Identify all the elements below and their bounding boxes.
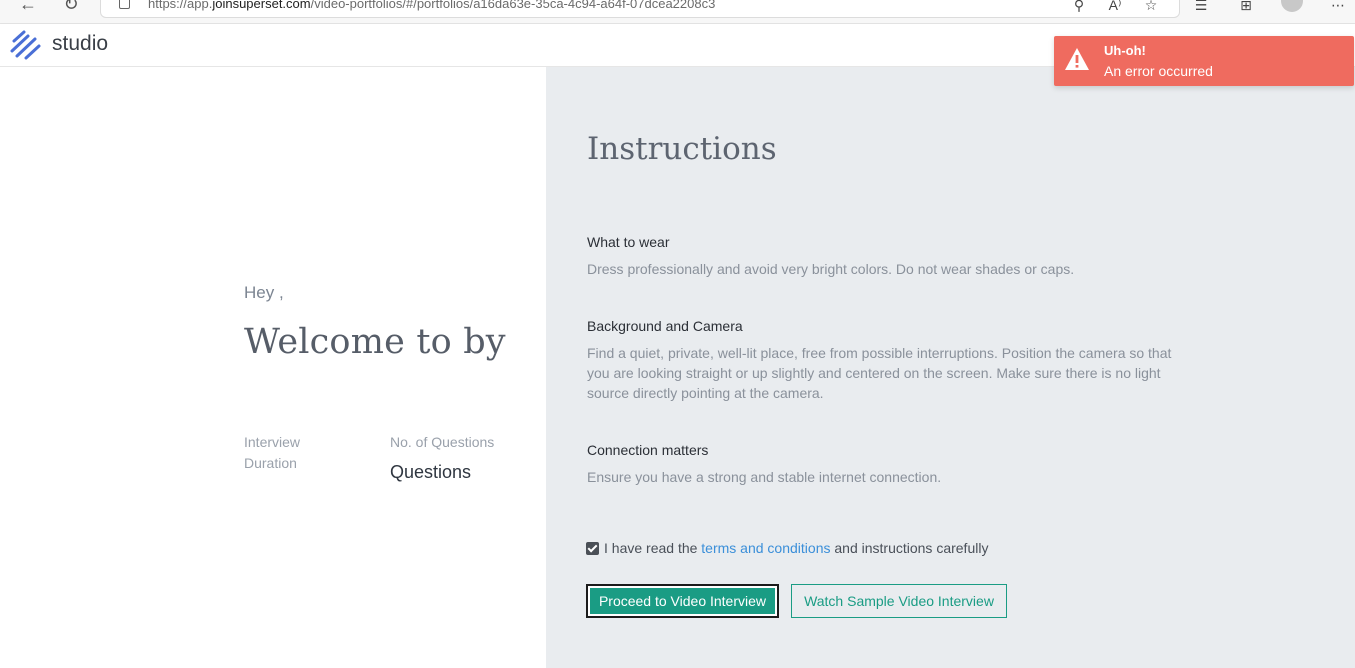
collections-icon[interactable]: ⊞ [1235,0,1257,15]
questions-count-label: No. of Questions [390,434,495,450]
section-body-connection: Ensure you have a strong and stable inte… [587,469,942,485]
welcome-panel: Hey , Welcome to by Interview Duration N… [0,67,546,668]
welcome-title: Welcome to by [244,322,506,362]
proceed-button[interactable]: Proceed to Video Interview [586,584,779,618]
brand-name[interactable]: studio [52,32,108,56]
agree-prefix-text: I have read the [604,540,702,556]
greeting-text: Hey , [244,283,284,302]
toast-message: An error occurred [1104,63,1213,79]
instructions-panel: Instructions What to wear Dress professi… [546,67,1355,668]
section-body-wear: Dress professionally and avoid very brig… [587,261,1075,277]
agree-suffix-text: and instructions carefully [830,540,989,556]
section-heading-wear: What to wear [587,234,670,250]
url-text[interactable]: https://app.joinsuperset.com/video-portf… [148,0,715,11]
interview-duration-label: Interview Duration [244,434,301,471]
terms-checkbox[interactable] [586,541,599,555]
read-aloud-icon[interactable]: A⁾ [1104,0,1126,15]
error-toast[interactable]: Uh-oh! An error occurred [1054,36,1354,86]
terms-agreement: I have read the terms and conditions and… [586,540,988,556]
questions-count-value: Questions [390,462,472,482]
watch-sample-button[interactable]: Watch Sample Video Interview [791,584,1007,618]
warning-icon [1065,48,1089,70]
favorites-icon[interactable]: ☰ [1190,0,1212,15]
section-body-background: Find a quiet, private, well-lit place, f… [587,345,1172,401]
more-icon[interactable]: ⋯ [1327,0,1349,15]
refresh-icon[interactable]: ↻ [58,0,84,14]
studio-logo-icon[interactable] [8,29,46,61]
instructions-title: Instructions [587,131,777,167]
key-icon[interactable]: ⚲ [1068,0,1090,15]
add-favorite-icon[interactable]: ☆ [1140,0,1162,15]
browser-toolbar: ← ↻ https://app.joinsuperset.com/video-p… [0,0,1355,24]
back-icon[interactable]: ← [15,0,41,14]
terms-link[interactable]: terms and conditions [701,540,830,556]
profile-avatar[interactable] [1281,0,1303,12]
site-info-icon[interactable] [119,0,130,9]
section-heading-connection: Connection matters [587,442,709,458]
toast-title: Uh-oh! [1104,43,1146,58]
section-heading-background: Background and Camera [587,318,743,334]
